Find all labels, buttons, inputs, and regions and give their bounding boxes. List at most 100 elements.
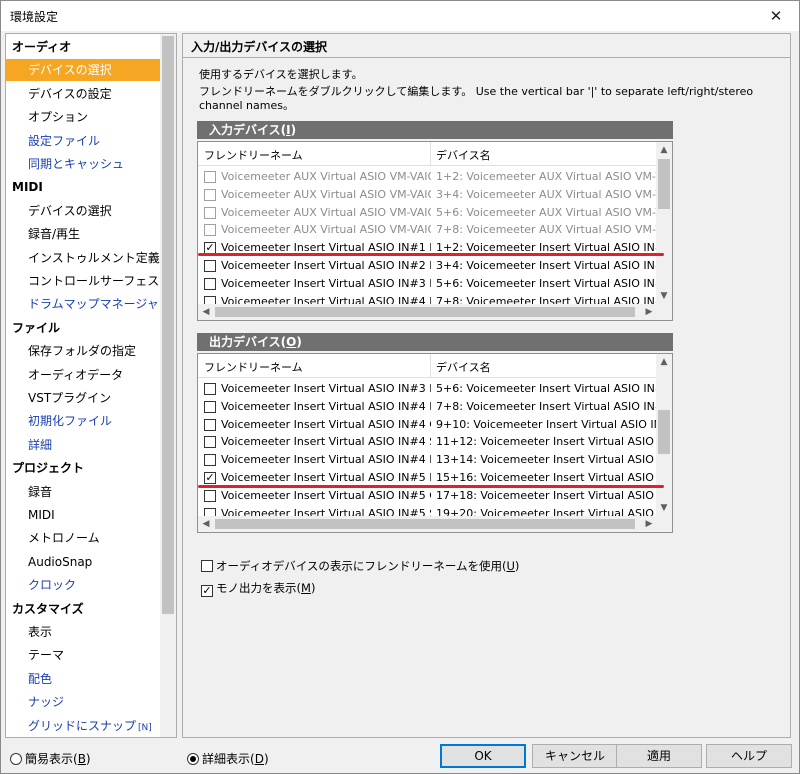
use-friendly-names-option[interactable]: オーディオデバイスの表示にフレンドリーネームを使用(U) [201, 558, 519, 574]
device-row[interactable]: Voicemeeter Insert Virtual ASIO IN#3 Lef… [198, 380, 657, 398]
device-checkbox[interactable] [204, 188, 216, 201]
nav-item[interactable]: 録音 [6, 481, 160, 503]
nav-item[interactable]: オプション [6, 106, 160, 128]
input-devices-list[interactable]: フレンドリーネーム デバイス名 Voicemeeter AUX Virtual … [197, 141, 673, 321]
nav-category[interactable]: プロジェクト [6, 457, 84, 479]
output-hscrollbar[interactable]: ◀ ▶ [198, 516, 657, 532]
nav-item[interactable]: デバイスの設定 [6, 83, 160, 105]
output-devices-list[interactable]: フレンドリーネーム デバイス名 Voicemeeter Insert Virtu… [197, 353, 673, 533]
scroll-up-icon[interactable]: ▲ [656, 142, 672, 158]
nav-item[interactable]: MIDI [6, 504, 160, 526]
nav-item[interactable]: 保存フォルダの指定 [6, 340, 160, 362]
show-mono-outputs-checkbox[interactable]: ✓ [201, 585, 213, 597]
nav-item[interactable]: テーマ [6, 644, 160, 666]
device-row[interactable]: Voicemeeter AUX Virtual ASIO VM-VAIO 1 1+… [198, 168, 657, 186]
nav-category[interactable]: MIDI [6, 176, 43, 198]
device-checkbox[interactable] [204, 454, 216, 467]
scroll-right-icon[interactable]: ▶ [641, 304, 657, 320]
help-button[interactable]: ヘルプ [706, 744, 792, 768]
device-row[interactable]: Voicemeeter AUX Virtual ASIO VM-VAIO 5 5+… [198, 204, 657, 222]
output-col-friendly-name[interactable]: フレンドリーネーム [204, 359, 303, 375]
scroll-down-icon[interactable]: ▼ [656, 288, 672, 304]
nav-item[interactable]: コントロールサーフェス [6, 270, 160, 292]
scroll-down-icon[interactable]: ▼ [656, 500, 672, 516]
device-row[interactable]: Voicemeeter Insert Virtual ASIO IN#4 SL 1… [198, 433, 657, 451]
use-friendly-names-checkbox[interactable] [201, 560, 213, 572]
output-hscroll-thumb[interactable] [215, 519, 635, 529]
device-checkbox[interactable] [204, 171, 216, 183]
device-friendly-name: Voicemeeter AUX Virtual ASIO VM-VAIO 3 [221, 187, 431, 201]
close-icon[interactable]: ✕ [753, 1, 799, 31]
device-checkbox[interactable] [204, 206, 216, 219]
input-col-device-name[interactable]: デバイス名 [436, 147, 491, 163]
nav-item[interactable]: デバイスの選択 [6, 200, 160, 222]
nav-item[interactable]: 表示 [6, 621, 160, 643]
scroll-up-icon[interactable]: ▲ [656, 354, 672, 370]
input-hscrollbar[interactable]: ◀ ▶ [198, 304, 657, 320]
nav-item[interactable]: 配色 [6, 668, 160, 690]
nav-item[interactable]: クロック [6, 574, 160, 596]
nav-item[interactable]: オーディオデータ [6, 364, 160, 386]
detail-view-label: 詳細表示( [202, 752, 255, 766]
nav-scrollbar[interactable] [160, 34, 176, 737]
nav-category[interactable]: オーディオ [6, 36, 71, 58]
device-checkbox[interactable] [204, 489, 216, 502]
output-vscroll-thumb[interactable] [658, 410, 670, 454]
input-col-friendly-name[interactable]: フレンドリーネーム [204, 147, 303, 163]
input-hscroll-thumb[interactable] [215, 307, 635, 317]
device-friendly-name: Voicemeeter Insert Virtual ASIO IN#2 Lef… [221, 259, 431, 272]
nav-item[interactable]: デバイスの選択 [6, 59, 160, 82]
nav-item[interactable]: インストゥルメント定義 [6, 247, 160, 269]
show-mono-outputs-option[interactable]: ✓ モノ出力を表示(M) [201, 580, 315, 597]
output-col-device-name[interactable]: デバイス名 [436, 359, 491, 375]
scroll-right-icon[interactable]: ▶ [641, 516, 657, 532]
nav-item[interactable]: 同期とキャッシュ [6, 153, 160, 175]
device-row[interactable]: Voicemeeter Insert Virtual ASIO IN#4 Ce.… [198, 416, 657, 434]
device-row[interactable]: Voicemeeter Insert Virtual ASIO IN#3 Lef… [198, 275, 657, 293]
device-checkbox[interactable] [204, 400, 216, 413]
device-checkbox[interactable] [204, 383, 216, 395]
device-row[interactable]: Voicemeeter Insert Virtual ASIO IN#4 BL 1… [198, 451, 657, 469]
device-row[interactable]: Voicemeeter AUX Virtual ASIO VM-VAIO 3 3+… [198, 186, 657, 204]
device-checkbox[interactable] [204, 418, 216, 431]
device-checkbox[interactable] [204, 224, 216, 237]
output-devices-accel: O [286, 335, 297, 349]
input-vscroll-thumb[interactable] [658, 159, 670, 209]
nav-item[interactable]: ドラムマップマネージャ [6, 293, 160, 315]
nav-item[interactable]: グリッドにスナップ [N] [6, 715, 160, 737]
ok-button[interactable]: OK [440, 744, 526, 768]
input-col-separator[interactable] [430, 142, 431, 166]
device-row[interactable]: Voicemeeter Insert Virtual ASIO IN#4 Lef… [198, 398, 657, 416]
device-checkbox[interactable]: ✓ [204, 472, 216, 484]
scroll-left-icon[interactable]: ◀ [198, 304, 214, 320]
simple-view-radio-dot[interactable] [10, 753, 22, 765]
apply-button[interactable]: 適用 [616, 744, 702, 768]
scroll-left-icon[interactable]: ◀ [198, 516, 214, 532]
device-row[interactable]: Voicemeeter AUX Virtual ASIO VM-VAIO 7 7+… [198, 221, 657, 239]
nav-item[interactable]: 設定ファイル [6, 130, 160, 152]
nav-item[interactable]: AudioSnap [6, 551, 160, 573]
category-nav: オーディオ デバイスの選択 デバイスの設定 オプション 設定ファイル 同期とキャッシュ MI… [5, 33, 177, 738]
nav-item[interactable]: 初期化ファイル [6, 410, 160, 432]
device-checkbox[interactable] [204, 277, 216, 290]
nav-item[interactable]: メトロノーム [6, 527, 160, 549]
output-vscrollbar[interactable]: ▲ ▼ [656, 354, 672, 516]
nav-category[interactable]: カスタマイズ [6, 598, 84, 620]
output-col-separator[interactable] [430, 354, 431, 378]
input-vscrollbar[interactable]: ▲ ▼ [656, 142, 672, 304]
device-row[interactable]: Voicemeeter Insert Virtual ASIO IN#5 Ce.… [198, 487, 657, 505]
nav-item[interactable]: 録音/再生 [6, 223, 160, 245]
nav-scrollbar-thumb[interactable] [162, 36, 174, 614]
nav-item[interactable]: VSTプラグイン [6, 387, 160, 409]
device-name: 5+6: Voicemeeter Insert Virtual ASIO IN#… [436, 276, 656, 290]
nav-item[interactable]: 詳細 [6, 434, 160, 456]
device-row[interactable]: Voicemeeter Insert Virtual ASIO IN#2 Lef… [198, 257, 657, 275]
nav-item[interactable]: ナッジ [6, 691, 160, 713]
device-checkbox[interactable] [204, 260, 216, 272]
detail-view-radio-dot[interactable] [187, 753, 199, 765]
detail-view-radio[interactable]: 詳細表示(D) [187, 750, 269, 767]
device-checkbox[interactable] [204, 436, 216, 449]
cancel-button[interactable]: キャンセル [532, 744, 618, 768]
simple-view-radio[interactable]: 簡易表示(B) [10, 750, 91, 767]
nav-category[interactable]: ファイル [6, 317, 60, 339]
